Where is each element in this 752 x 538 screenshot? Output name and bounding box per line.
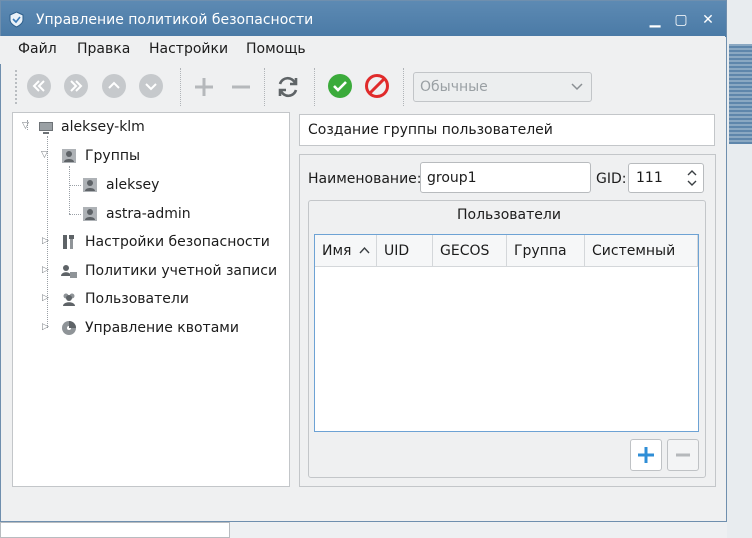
tree-connector — [69, 214, 81, 215]
plus-icon — [638, 447, 654, 463]
background-taskbar-fragment — [0, 522, 230, 538]
account-policy-icon — [61, 265, 77, 278]
move-up-button[interactable] — [102, 74, 126, 98]
cancel-block-icon[interactable] — [364, 73, 390, 99]
background-window-edge — [729, 44, 752, 144]
group-name-input[interactable]: group1 — [420, 162, 591, 193]
collapse-arrow-icon[interactable]: ▽ — [41, 150, 48, 160]
toolbar-separator — [264, 68, 266, 106]
column-header-name[interactable]: Имя — [315, 235, 377, 267]
column-header-group[interactable]: Группа — [507, 235, 585, 267]
toolbar-separator — [180, 68, 182, 106]
name-label: Наименование: — [308, 171, 422, 187]
mode-combobox[interactable]: Обычные — [413, 72, 592, 102]
add-user-button[interactable] — [630, 439, 662, 471]
remove-minus-icon[interactable] — [229, 75, 253, 99]
column-header-gecos[interactable]: GECOS — [433, 235, 507, 267]
chevron-down-icon — [145, 83, 157, 91]
apply-check-icon[interactable] — [327, 73, 353, 99]
menu-settings[interactable]: Настройки — [149, 41, 228, 57]
tree-connector — [69, 166, 70, 214]
group-icon — [83, 178, 97, 192]
expand-arrow-icon[interactable]: ▷ — [42, 322, 49, 332]
expand-arrow-icon[interactable]: ▷ — [42, 293, 49, 303]
gid-label: GID: — [596, 171, 627, 187]
gid-value: 111 — [636, 170, 663, 186]
users-groupbox-title: Пользователи — [457, 207, 561, 223]
tree-item-group-aleksey[interactable]: aleksey — [106, 177, 159, 193]
computer-icon — [39, 122, 53, 134]
group-icon — [83, 207, 97, 221]
move-down-button[interactable] — [139, 74, 163, 98]
maximize-icon[interactable]: ▢ — [672, 11, 690, 29]
toolbar-grip[interactable] — [15, 70, 20, 104]
double-chevron-left-icon — [32, 80, 45, 92]
group-name-value: group1 — [427, 170, 477, 186]
minimize-icon[interactable]: ▁ — [646, 11, 664, 29]
users-table[interactable]: Имя UID GECOS Группа Системный — [314, 234, 699, 432]
tree-item-root[interactable]: aleksey-klm — [61, 119, 145, 135]
tree-item-users[interactable]: Пользователи — [85, 291, 189, 307]
shield-app-icon — [9, 11, 24, 28]
tree-connector — [69, 185, 81, 186]
users-icon — [63, 293, 75, 306]
content-header: Создание группы пользователей — [299, 114, 715, 146]
first-record-button[interactable] — [27, 74, 51, 98]
toolbar-separator — [403, 68, 405, 106]
close-icon[interactable]: ✕ — [699, 11, 717, 29]
remove-user-button[interactable] — [667, 439, 699, 471]
titlebar[interactable]: Управление политикой безопасности ▁ ▢ ✕ — [1, 1, 726, 37]
chevron-up-icon — [108, 81, 120, 89]
double-chevron-right-icon — [70, 80, 83, 92]
menu-file[interactable]: Файл — [18, 41, 57, 57]
column-header-system[interactable]: Системный — [585, 235, 698, 267]
refresh-icon[interactable] — [275, 74, 301, 100]
gid-spinbox[interactable]: 111 — [628, 163, 704, 193]
last-record-button[interactable] — [64, 74, 88, 98]
menu-help[interactable]: Помощь — [246, 41, 306, 57]
users-group-icon — [62, 149, 76, 163]
expand-arrow-icon[interactable]: ▷ — [42, 265, 49, 275]
expand-arrow-icon[interactable]: ▷ — [42, 236, 49, 246]
tree-item-groups[interactable]: Группы — [85, 148, 140, 164]
tree-item-quota-management[interactable]: Управление квотами — [85, 320, 239, 336]
tree-item-group-astra-admin[interactable]: astra-admin — [106, 206, 191, 222]
tree-item-account-policies[interactable]: Политики учетной записи — [85, 263, 277, 279]
column-header-uid[interactable]: UID — [377, 235, 433, 267]
chevron-down-icon — [571, 83, 583, 91]
collapse-arrow-icon[interactable]: ▽ — [22, 121, 29, 131]
window-title: Управление политикой безопасности — [36, 12, 314, 28]
add-plus-icon[interactable] — [192, 75, 216, 99]
mode-combobox-value: Обычные — [420, 79, 488, 95]
sort-ascending-icon — [359, 246, 370, 254]
disk-quota-icon — [62, 321, 76, 335]
content-header-title: Создание группы пользователей — [308, 122, 553, 138]
spin-arrows-icon[interactable] — [686, 168, 698, 188]
tools-icon — [63, 235, 74, 249]
menu-edit[interactable]: Правка — [77, 41, 130, 57]
minus-icon — [676, 453, 690, 457]
toolbar-separator — [314, 68, 316, 106]
tree-item-security-settings[interactable]: Настройки безопасности — [85, 234, 270, 250]
